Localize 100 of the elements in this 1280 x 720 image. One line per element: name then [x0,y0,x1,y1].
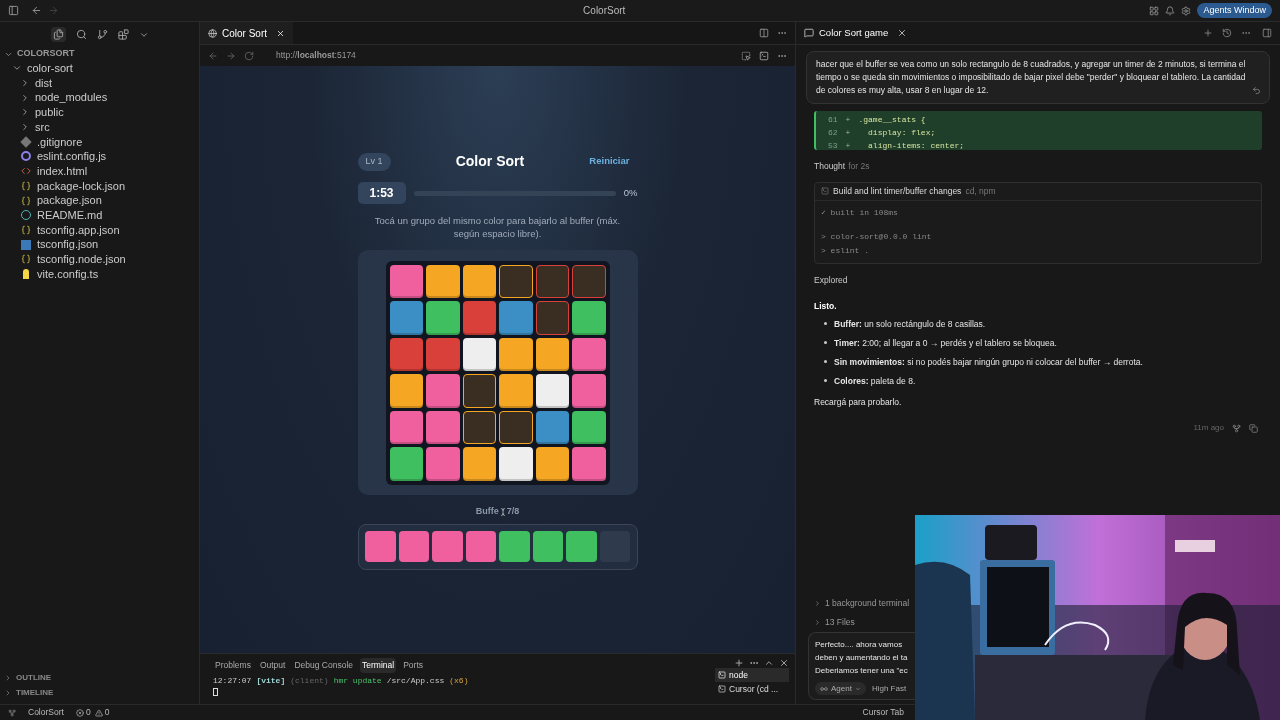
history-icon[interactable] [1222,28,1232,38]
panel-tab[interactable]: Terminal [360,658,397,673]
color-tile[interactable] [499,264,533,298]
color-tile[interactable] [535,264,569,298]
color-tile[interactable] [389,447,423,481]
section-header[interactable]: TIMELINE [16,686,54,699]
color-tile[interactable] [389,374,423,408]
sidebar-toggle-icon[interactable] [8,5,19,16]
split-icon[interactable] [759,28,769,38]
panel-tab[interactable]: Debug Console [292,658,356,673]
settings-icon[interactable] [1181,5,1192,16]
color-tile[interactable] [389,264,423,298]
section-header[interactable]: OUTLINE [16,671,52,684]
color-tile[interactable] [426,337,460,371]
color-tile[interactable] [499,301,533,335]
chevron-up-icon[interactable] [764,658,774,668]
select-element-icon[interactable] [741,50,751,61]
back-arrow-icon[interactable] [208,50,218,61]
color-tile[interactable] [572,264,606,298]
color-tile[interactable] [535,447,569,481]
terminal-session[interactable]: node [715,668,789,682]
color-tile[interactable] [535,410,569,444]
file-item[interactable]: package-lock.json [37,177,126,195]
color-tile[interactable] [462,410,496,444]
search-icon[interactable] [75,29,87,40]
copy-icon[interactable] [1249,423,1258,433]
file-item[interactable]: package.json [37,192,102,209]
file-item[interactable]: tsconfig.node.json [37,251,126,268]
chat-input[interactable]: Perfecto.... ahora vamos deben y aumentando el ta Deberiamos tener una "ec Agent High Fast [808,632,916,700]
forward-arrow-icon[interactable] [226,50,236,61]
color-tile[interactable] [572,374,606,408]
folder-item[interactable]: public [35,104,64,121]
close-icon[interactable] [276,28,285,38]
color-tile[interactable] [572,447,606,481]
tool-title[interactable]: Build and lint timer/buffer changes [833,184,962,198]
color-tile[interactable] [426,301,460,335]
panel-tab[interactable]: Problems [213,658,253,673]
color-tile[interactable] [426,264,460,298]
thought-label[interactable]: Thought [814,160,846,173]
file-item[interactable]: vite.config.ts [37,265,99,283]
close-icon[interactable] [779,658,789,668]
cursor-tab-status[interactable]: Cursor Tab [862,706,904,719]
console-icon[interactable] [759,50,769,61]
url-field[interactable]: http://localhost:5174 [276,49,356,62]
color-tile[interactable] [426,374,460,408]
layout-icon[interactable] [1149,5,1160,16]
panel-toggle-icon[interactable] [1262,28,1272,38]
agents-window-button[interactable]: Agents Window [1197,3,1272,18]
extensions-icon[interactable] [117,29,129,40]
file-item[interactable]: tsconfig.app.json [37,221,120,239]
color-tile[interactable] [572,410,606,444]
color-tile[interactable] [499,337,533,371]
mode-selector[interactable]: Agent [815,682,866,695]
color-tile[interactable] [535,337,569,371]
color-tile[interactable] [535,374,569,408]
explored-label[interactable]: Explored [814,273,1262,287]
color-tile[interactable] [499,447,533,481]
file-item[interactable]: index.html [37,162,88,180]
back-arrow-icon[interactable] [31,5,42,16]
folder-item[interactable]: src [35,118,50,136]
undo-icon[interactable] [1252,86,1261,95]
panel-tab[interactable]: Output [257,658,288,673]
folder-item[interactable]: color-sort [27,60,73,77]
color-tile[interactable] [426,447,460,481]
chat-tab[interactable]: Color Sort game [819,25,889,41]
warning-count[interactable]: 0 [104,706,110,719]
folder-item[interactable]: node_modules [35,89,108,106]
color-tile[interactable] [572,301,606,335]
color-tile[interactable] [572,337,606,371]
error-count[interactable]: 0 [85,706,91,719]
color-tile[interactable] [535,301,569,335]
color-tile[interactable] [462,374,496,408]
color-tile[interactable] [389,301,423,335]
color-tile[interactable] [462,447,496,481]
collapsed-item[interactable]: 13 Files [825,616,855,629]
bell-icon[interactable] [1165,5,1176,16]
model-selector[interactable]: High Fast [871,682,907,695]
color-tile[interactable] [389,410,423,444]
branch-icon[interactable] [96,29,108,40]
color-tile[interactable] [462,301,496,335]
fork-icon[interactable] [1232,423,1241,433]
file-item[interactable]: README.md [37,206,103,224]
folder-item[interactable]: dist [35,74,53,92]
color-tile[interactable] [462,337,496,371]
close-icon[interactable] [897,28,908,38]
add-icon[interactable] [734,658,744,668]
editor-tab[interactable]: Color Sort [200,22,293,44]
add-icon[interactable] [1203,28,1213,38]
file-item[interactable]: .gitignore [37,133,83,151]
color-tile[interactable] [499,410,533,444]
restart-link[interactable]: Reiniciar [589,154,630,169]
file-item[interactable]: eslint.config.js [37,148,107,165]
project-name[interactable]: ColorSort [28,706,64,719]
color-tile[interactable] [462,264,496,298]
color-tile[interactable] [426,410,460,444]
terminal-session[interactable]: Cursor (cd ... [715,682,789,696]
files-icon[interactable] [50,27,66,42]
color-tile[interactable] [389,337,423,371]
reload-icon[interactable] [244,50,254,61]
color-tile[interactable] [499,374,533,408]
